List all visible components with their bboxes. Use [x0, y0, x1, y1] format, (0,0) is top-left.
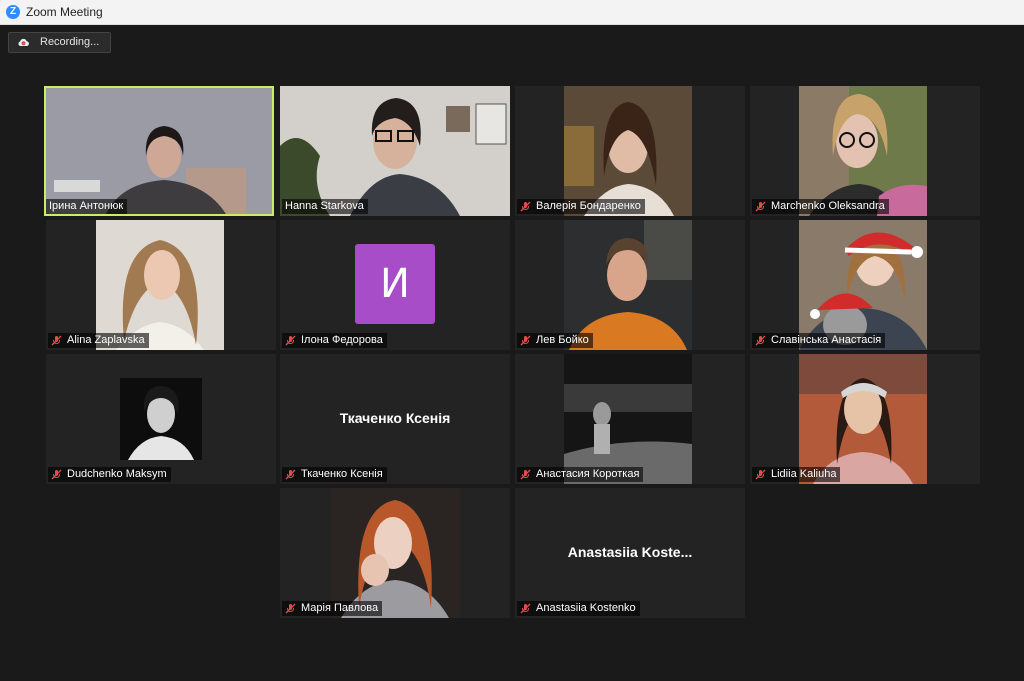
video-tile[interactable]: И Ілона Федорова: [280, 220, 510, 350]
participant-name-tag: Lidiia Kaliuha: [752, 467, 841, 482]
mic-muted-icon: [51, 335, 62, 346]
participant-name: Ірина Антонюк: [49, 200, 124, 212]
mic-muted-icon: [755, 335, 766, 346]
participant-display-name: Anastasiia Koste...: [567, 544, 693, 560]
participant-name: Anastasiia Kostenko: [536, 602, 636, 614]
video-tile[interactable]: Alina Zaplavska: [46, 220, 276, 350]
video-tile[interactable]: Валерія Бондаренко: [515, 86, 745, 216]
video-tile[interactable]: Marchenko Oleksandra: [750, 86, 980, 216]
participant-name-tag: Ілона Федорова: [282, 333, 387, 348]
participant-name: Ткаченко Ксенія: [301, 468, 383, 480]
recording-indicator[interactable]: Recording...: [8, 32, 111, 53]
participant-name: Lidiia Kaliuha: [771, 468, 837, 480]
participant-name: Dudchenko Maksym: [67, 468, 167, 480]
participant-name-tag: Anastasiia Kostenko: [517, 601, 640, 616]
participant-video: [280, 86, 510, 216]
video-tile[interactable]: Ірина Антонюк: [44, 86, 274, 216]
video-tile[interactable]: Dudchenko Maksym: [46, 354, 276, 484]
participant-name: Marchenko Oleksandra: [771, 200, 885, 212]
mic-muted-icon: [285, 335, 296, 346]
video-tile[interactable]: Anastasiia Koste... Anastasiia Kostenko: [515, 488, 745, 618]
mic-muted-icon: [520, 335, 531, 346]
participant-avatar: И: [355, 244, 435, 324]
mic-muted-icon: [520, 603, 531, 614]
mic-muted-icon: [285, 469, 296, 480]
participant-display-name: Ткаченко Ксенія: [339, 410, 451, 426]
participant-name-tag: Лев Бойко: [517, 333, 593, 348]
participant-name-tag: Валерія Бондаренко: [517, 199, 645, 214]
record-cloud-icon: [18, 38, 29, 47]
participant-name: Марія Павлова: [301, 602, 379, 614]
participant-name-tag: Славінська Анастасія: [752, 333, 886, 348]
video-tile[interactable]: Славінська Анастасія: [750, 220, 980, 350]
video-tile[interactable]: Lidiia Kaliuha: [750, 354, 980, 484]
participant-name-tag: Ткаченко Ксенія: [282, 467, 387, 482]
participant-video: [564, 220, 692, 350]
video-tile[interactable]: Ткаченко Ксенія Ткаченко Ксенія: [280, 354, 510, 484]
participant-name-tag: Marchenko Oleksandra: [752, 199, 889, 214]
mic-muted-icon: [51, 469, 62, 480]
mic-muted-icon: [520, 469, 531, 480]
participant-video: [564, 86, 692, 216]
participant-video: [46, 88, 272, 214]
participant-name-tag: Hanna Starkova: [282, 199, 368, 214]
participant-name: Лев Бойко: [536, 334, 589, 346]
mic-muted-icon: [285, 603, 296, 614]
zoom-logo-icon: Z: [6, 5, 20, 19]
video-tile[interactable]: Лев Бойко: [515, 220, 745, 350]
participant-name: Валерія Бондаренко: [536, 200, 641, 212]
participant-name: Alina Zaplavska: [67, 334, 145, 346]
participant-video: [564, 354, 692, 484]
recording-label: Recording...: [40, 36, 100, 48]
mic-muted-icon: [755, 469, 766, 480]
mic-muted-icon: [755, 201, 766, 212]
participant-name-tag: Dudchenko Maksym: [48, 467, 171, 482]
participant-name-tag: Анастасия Короткая: [517, 467, 644, 482]
participant-name: Анастасия Короткая: [536, 468, 640, 480]
participant-name: Славінська Анастасія: [771, 334, 882, 346]
participant-video: [120, 378, 202, 460]
participant-name-tag: Марія Павлова: [282, 601, 383, 616]
video-tile[interactable]: Hanna Starkova: [280, 86, 510, 216]
participant-video: [96, 220, 224, 350]
participant-video: [799, 354, 927, 484]
participant-video: [799, 86, 927, 216]
participant-video: [331, 488, 459, 618]
participant-name-tag: Ірина Антонюк: [46, 199, 128, 214]
participant-name: Hanna Starkova: [285, 200, 364, 212]
participant-video: [799, 220, 927, 350]
title-bar: Z Zoom Meeting: [0, 0, 1024, 25]
participant-name-tag: Alina Zaplavska: [48, 333, 149, 348]
mic-muted-icon: [520, 201, 531, 212]
video-tile[interactable]: Марія Павлова: [280, 488, 510, 618]
video-tile[interactable]: Анастасия Короткая: [515, 354, 745, 484]
window-title: Zoom Meeting: [26, 5, 103, 19]
participant-name: Ілона Федорова: [301, 334, 383, 346]
